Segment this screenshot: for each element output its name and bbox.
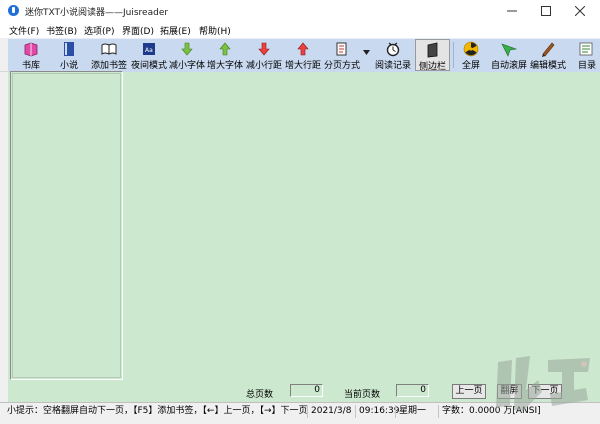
status-time: 09:16:39 [355,405,399,418]
close-icon [575,6,585,16]
window-title: 迷你TXT小说阅读器——Juisreader [25,8,169,18]
edit-mode-button[interactable]: 编辑模式 [529,39,567,71]
decrease-line-spacing-button[interactable]: 减小行距 [245,39,283,71]
increase-font-button[interactable]: 增大字体 [206,39,244,71]
menu-bookmark[interactable]: 书签(B) [46,24,77,37]
watermark-logo-icon [496,356,590,410]
increase-font-label: 增大字体 [206,61,243,71]
svg-text:Aa: Aa [145,47,153,54]
sidebar-toggle-label: 侧边栏 [418,62,446,72]
total-pages-label: 总页数 [246,390,274,400]
add-bookmark-label: 添加书签 [90,61,127,71]
sidebar-toggle-button[interactable]: 侧边栏 [415,39,450,72]
total-pages-field: 0 [290,384,323,397]
close-button[interactable] [563,0,597,22]
night-mode-icon: Aa [143,43,155,55]
sidebar-icon [427,42,437,58]
novel-button[interactable]: 小说 [54,39,84,71]
fullscreen-label: 全屏 [461,61,480,71]
arrow-up-green-icon [219,42,231,56]
current-page-field[interactable]: 0 [396,384,429,397]
bookshelf-icon [24,42,38,57]
menu-help[interactable]: 帮助(H) [199,24,231,37]
add-bookmark-button[interactable]: 添加书签 [89,39,129,71]
menu-options[interactable]: 选项(P) [84,24,114,37]
novel-label: 小说 [59,61,78,71]
status-weekday: 星期一 [395,405,435,418]
catalog-icon [579,42,593,56]
reading-record-label: 阅读记录 [374,61,411,71]
sidebar-list[interactable] [12,73,121,378]
chevron-down-icon [363,50,370,55]
prev-page-button[interactable]: 上一页 [452,384,486,399]
increase-line-spacing-button[interactable]: 增大行距 [284,39,322,71]
minimize-icon [507,10,517,12]
book-icon [64,42,74,56]
fullscreen-icon [463,41,479,57]
status-tip: 小提示：空格翻屏自动下一页，【F5】添加书签，【←】上一页，【→】下一页 [7,406,308,416]
decrease-font-label: 减小字体 [168,61,205,71]
catalog-label: 目录 [578,61,597,71]
auto-scroll-icon [501,43,517,57]
auto-scroll-button[interactable]: 自动滚屏 [489,39,529,71]
maximize-button[interactable] [529,0,563,22]
toolbar-separator [453,42,454,68]
decrease-line-spacing-label: 减小行距 [245,61,282,71]
night-mode-label: 夜间模式 [130,61,167,71]
bookshelf-button[interactable]: 书库 [14,39,48,71]
status-date: 2021/3/8 [307,405,355,418]
edit-mode-label: 编辑模式 [529,61,566,71]
catalog-button[interactable]: 目录 [572,39,600,71]
auto-scroll-label: 自动滚屏 [490,61,527,71]
page-mode-button[interactable]: 分页方式 [322,39,362,71]
bookshelf-label: 书库 [21,61,40,71]
app-logo-icon [8,5,19,16]
open-book-icon [101,43,117,55]
reading-record-button[interactable]: 阅读记录 [374,39,412,71]
decrease-font-button[interactable]: 减小字体 [168,39,206,71]
page-mode-dropdown[interactable] [363,48,370,58]
menu-interface[interactable]: 界面(D) [122,24,154,37]
arrow-up-red-icon [297,42,309,56]
arrow-down-red-icon [258,42,270,56]
minimize-button[interactable] [495,0,529,22]
menu-file[interactable]: 文件(F) [9,24,39,37]
current-page-label: 当前页数 [344,390,381,400]
night-mode-button[interactable]: Aa 夜间模式 [130,39,168,71]
menu-extend[interactable]: 拓展(E) [160,24,191,37]
fullscreen-button[interactable]: 全屏 [456,39,486,71]
increase-line-spacing-label: 增大行距 [284,61,321,71]
page-mode-label: 分页方式 [323,61,360,71]
arrow-down-green-icon [181,42,193,56]
page-mode-icon [336,42,347,56]
edit-mode-icon [542,42,555,57]
reading-record-icon [386,42,400,57]
maximize-icon [541,6,551,16]
